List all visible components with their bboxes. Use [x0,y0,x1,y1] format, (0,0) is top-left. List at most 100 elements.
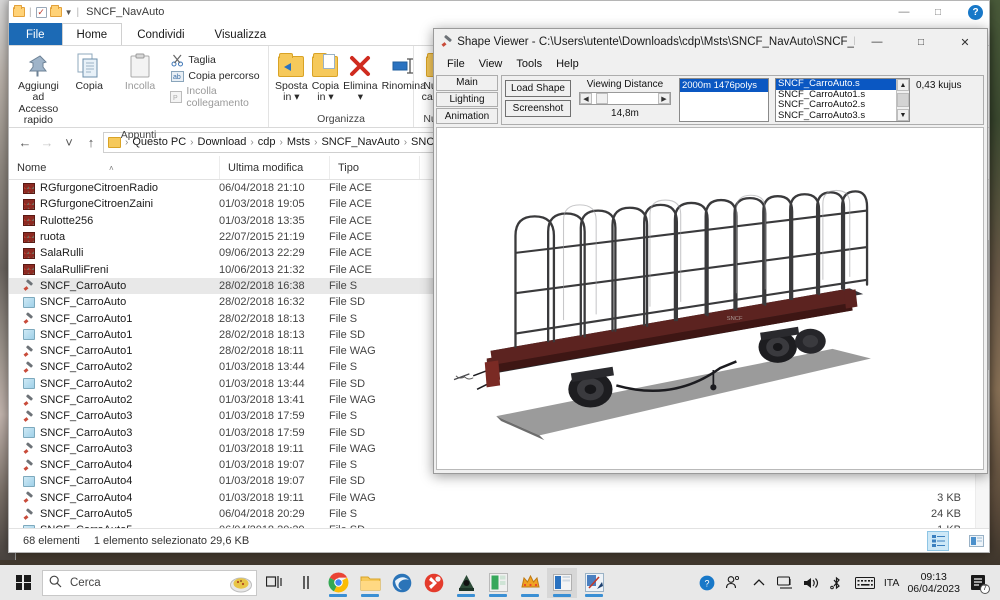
list-item[interactable]: SNCF_CarroAuto.s [775,78,896,90]
breadcrumb-item-4[interactable]: SNCF_NavAuto [321,136,399,148]
file-name-cell[interactable]: SNCF_CarroAuto1 [9,345,219,357]
file-name-cell[interactable]: Rulotte256 [9,215,219,227]
new-folder-icon[interactable] [49,5,62,17]
paste-shortcut-button[interactable]: P Incolla collegamento [167,84,264,110]
shape-list-items[interactable]: SNCF_CarroAuto.s SNCF_CarroAuto1.s SNCF_Ca… [775,78,896,122]
help-icon[interactable]: ? [968,5,983,20]
shape-viewer-menu-bar[interactable]: File View Tools Help [434,55,987,73]
slider-left-arrow[interactable]: ◀ [579,93,592,104]
shape-listbox[interactable]: SNCF_CarroAuto.s SNCF_CarroAuto1.s SNCF_Ca… [774,78,910,122]
file-name-cell[interactable]: SNCF_CarroAuto2 [9,394,219,406]
menu-file[interactable]: File [440,58,472,70]
chevron-down-icon[interactable]: ▼ [65,8,73,17]
file-name-cell[interactable]: ruota [9,231,219,243]
tab-file[interactable]: File [9,23,62,45]
copy-to-button[interactable]: Copia in ▾ [310,48,341,107]
table-row[interactable]: SNCF_CarroAuto5 06/04/2018 20:29File SD1 … [9,522,975,528]
minimize-button[interactable]: — [855,29,899,55]
menu-tools[interactable]: Tools [509,58,549,70]
ccleaner-icon[interactable] [419,568,449,598]
pin-to-quick-access-button[interactable]: Aggiungi ad Accesso rapido [13,48,64,129]
poly-info-box[interactable]: 2000m 1476polys [678,78,769,122]
file-explorer-icon[interactable] [355,568,385,598]
network-icon[interactable] [776,574,794,592]
shape-viewer-tab-strip[interactable]: Main Lighting Animation [436,75,498,125]
shape-viewer-title-bar[interactable]: Shape Viewer - C:\Users\utente\Downloads… [434,29,987,55]
system-tray[interactable]: ? ITA 09:13 06/04/2023 7 [698,571,994,595]
file-name-cell[interactable]: SalaRulli [9,247,219,259]
column-header-nome[interactable]: Nome [9,156,219,179]
tab-main[interactable]: Main [436,75,498,91]
close-button[interactable]: ✕ [943,29,987,55]
load-shape-button[interactable]: Load Shape [505,80,571,97]
list-item[interactable]: SNCF_CarroAuto3.s [776,110,896,122]
scroll-up-arrow[interactable]: ▲ [896,79,909,91]
properties-icon[interactable]: ✓ [35,6,47,18]
explorer-title-bar[interactable]: | ✓ ▼ | SNCF_NavAuto — □ ✕ [9,1,989,23]
table-row[interactable]: SNCF_CarroAuto4 01/03/2018 19:11 File WAG 3… [9,490,975,506]
show-hidden-icons-icon[interactable] [750,574,768,592]
file-name-cell[interactable]: SNCF_CarroAuto1 [9,313,219,325]
column-header-ultima-modifica[interactable]: Ultima modifica [219,156,329,179]
clock[interactable]: 09:13 06/04/2023 [907,571,960,595]
file-name-cell[interactable]: SNCF_CarroAuto4 [9,459,219,471]
file-name-cell[interactable]: SNCF_CarroAuto3 [9,410,219,422]
chrome-icon[interactable] [323,568,353,598]
language-indicator[interactable]: ITA [884,577,900,589]
column-header-tipo[interactable]: Tipo [329,156,419,179]
breadcrumb-item-3[interactable]: Msts [287,136,310,148]
pasta-plate-icon[interactable] [230,573,252,597]
table-row[interactable]: SNCF_CarroAuto4 01/03/2018 19:07 File SD [9,473,975,489]
file-name-cell[interactable]: RGfurgoneCitroenZaini [9,198,219,210]
shape-viewer-window[interactable]: Shape Viewer - C:\Users\utente\Downloads… [433,28,988,474]
paste-button[interactable]: Incolla [115,48,166,95]
file-name-cell[interactable]: SNCF_CarroAuto5 [9,524,219,528]
minimize-button[interactable]: — [887,1,921,23]
large-icons-view-icon[interactable] [965,531,987,551]
tab-lighting[interactable]: Lighting [436,91,498,108]
task-view-icon[interactable] [259,568,289,598]
delete-button[interactable]: Elimina ▾ [341,48,379,107]
maximize-button[interactable]: □ [899,29,943,55]
msts-icon[interactable] [451,568,481,598]
file-name-cell[interactable]: SNCF_CarroAuto1 [9,329,219,341]
details-view-icon[interactable] [927,530,949,551]
scroll-down-arrow[interactable]: ▼ [896,109,909,121]
start-button[interactable] [6,568,40,598]
action-center-icon[interactable]: 7 [968,572,990,594]
file-name-cell[interactable]: SNCF_CarroAuto5 [9,508,219,520]
file-name-cell[interactable]: SNCF_CarroAuto2 [9,378,219,390]
copy-button[interactable]: Copia [64,48,115,95]
people-icon[interactable] [724,574,742,592]
copy-path-button[interactable]: ab Copia percorso [167,68,264,84]
menu-help[interactable]: Help [549,58,586,70]
crown-icon[interactable] [515,568,545,598]
shape-viewer-icon[interactable] [579,568,609,598]
bluetooth-icon[interactable] [828,574,846,592]
file-name-cell[interactable]: SNCF_CarroAuto4 [9,475,219,487]
search-input[interactable]: Cerca [42,569,257,597]
file-name-cell[interactable]: SNCF_CarroAuto [9,280,219,292]
touch-keyboard-icon[interactable] [854,574,876,592]
quick-access-toolbar[interactable]: | ✓ ▼ | [13,5,80,18]
tab-home[interactable]: Home [61,23,123,45]
file-name-cell[interactable]: SNCF_CarroAuto3 [9,427,219,439]
scrollbar-thumb[interactable] [896,93,909,107]
edge-icon[interactable] [387,568,417,598]
tab-visualizza[interactable]: Visualizza [200,23,282,45]
move-to-button[interactable]: Sposta in ▾ [273,48,310,107]
file-name-cell[interactable]: SNCF_CarroAuto3 [9,443,219,455]
file-name-cell[interactable]: SNCF_CarroAuto2 [9,361,219,373]
tab-animation[interactable]: Animation [436,108,498,125]
folder-icon[interactable] [13,5,25,17]
file-name-cell[interactable]: SNCF_CarroAuto [9,296,219,308]
widgets-icon[interactable] [291,568,321,598]
help-circle-icon[interactable]: ? [698,574,716,592]
slider-right-arrow[interactable]: ▶ [657,93,670,104]
slider-thumb[interactable] [595,93,608,104]
taskbar[interactable]: Cerca ? ITA 09:13 06/04/2023 7 [0,565,1000,600]
volume-icon[interactable] [802,574,820,592]
table-row[interactable]: SNCF_CarroAuto5 06/04/2018 20:29 File S 24 … [9,506,975,522]
menu-view[interactable]: View [472,58,510,70]
maximize-button[interactable]: □ [921,1,955,23]
